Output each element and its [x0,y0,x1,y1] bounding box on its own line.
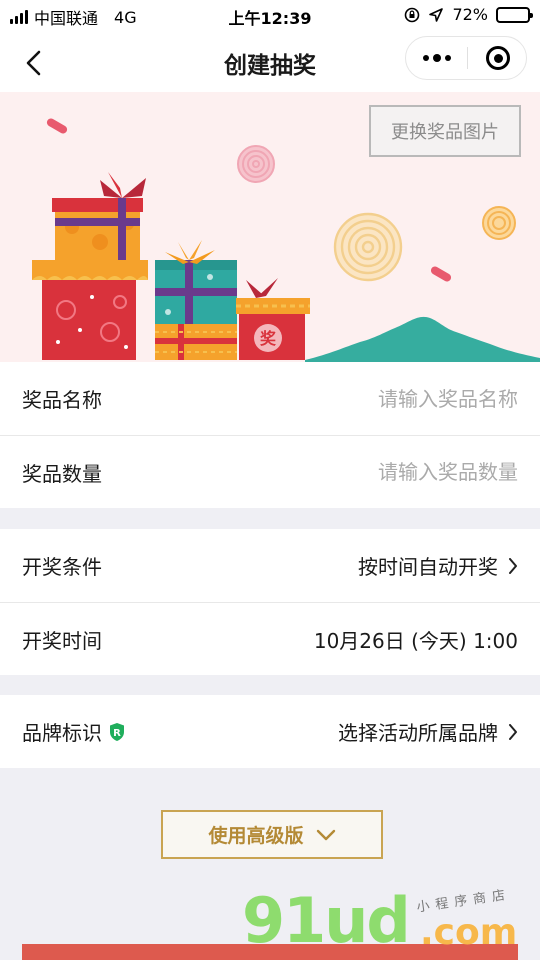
rotation-lock-icon [405,7,420,22]
draw-condition-label: 开奖条件 [22,555,102,579]
watermark-subtitle: 小程序商店 [415,887,512,916]
draw-settings-group: 开奖条件 按时间自动开奖 开奖时间 10月26日 (今天) 1:00 [0,529,540,675]
more-dots-icon[interactable] [406,37,467,79]
advanced-button-label: 使用高级版 [208,825,304,847]
draw-condition-value: 按时间自动开奖 [358,555,498,579]
gift-left-top [52,170,146,262]
brand-row[interactable]: 品牌标识 R 选择活动所属品牌 [0,695,540,768]
battery-icon [496,6,533,23]
teal-hills [305,316,540,362]
status-right: 72% [404,5,533,24]
gift-middle-top [155,240,237,324]
watermark-main: 91ud [242,884,411,957]
draw-time-value: 10月26日 (今天) 1:00 [313,628,518,653]
chevron-right-icon [509,557,517,574]
chevron-down-icon [316,829,335,840]
nav-bar: 创建抽奖 [0,30,540,92]
pink-swirl [237,145,275,183]
orange-swirl [482,206,516,240]
prize-name-input[interactable] [258,386,518,411]
draw-condition-value-wrap: 按时间自动开奖 [358,551,518,580]
gift-right: 奖 [236,278,310,360]
prize-count-label: 奖品数量 [22,461,102,486]
prize-name-row: 奖品名称 [0,362,540,435]
target-icon[interactable] [468,37,528,79]
location-arrow-icon [429,7,444,22]
prize-banner: 奖 更换奖品图片 [0,92,540,362]
brand-label-wrap: 品牌标识 R [22,717,126,746]
mini-program-capsule [405,36,527,80]
use-advanced-version-button[interactable]: 使用高级版 [161,810,383,859]
brand-value-wrap: 选择活动所属品牌 [338,717,518,746]
registered-shield-icon: R [110,722,124,741]
prize-info-group: 奖品名称 奖品数量 [0,362,540,508]
change-prize-image-button[interactable]: 更换奖品图片 [369,105,521,157]
brand-group: 品牌标识 R 选择活动所属品牌 [0,695,540,768]
prize-name-label: 奖品名称 [22,388,102,412]
brand-label: 品牌标识 [22,721,102,745]
draw-condition-row[interactable]: 开奖条件 按时间自动开奖 [0,529,540,602]
svg-text:奖: 奖 [260,329,277,348]
prize-count-input[interactable] [258,460,518,484]
watermark-logo: 91ud 小程序商店 .com [240,882,540,960]
prize-count-row: 奖品数量 [0,435,540,508]
gift-left-bottom [32,260,148,360]
draw-time-label: 开奖时间 [22,628,102,653]
brand-value: 选择活动所属品牌 [338,721,498,745]
create-lottery-page: 中国联通 4G 上午12:39 72% 创建抽奖 奖 更换奖品图片 奖品名称 请… [0,0,540,960]
status-bar: 中国联通 4G 上午12:39 72% [0,0,540,30]
confetti-1 [46,118,68,134]
svg-text:R: R [113,728,121,739]
draw-time-row[interactable]: 开奖时间 10月26日 (今天) 1:00 [0,602,540,675]
confetti-2 [430,266,452,282]
gift-middle-bottom [155,324,237,360]
chevron-right-icon [509,723,517,740]
battery-percent: 72% [452,5,488,24]
cream-swirl [333,212,403,282]
watermark-suffix: .com [420,912,518,953]
